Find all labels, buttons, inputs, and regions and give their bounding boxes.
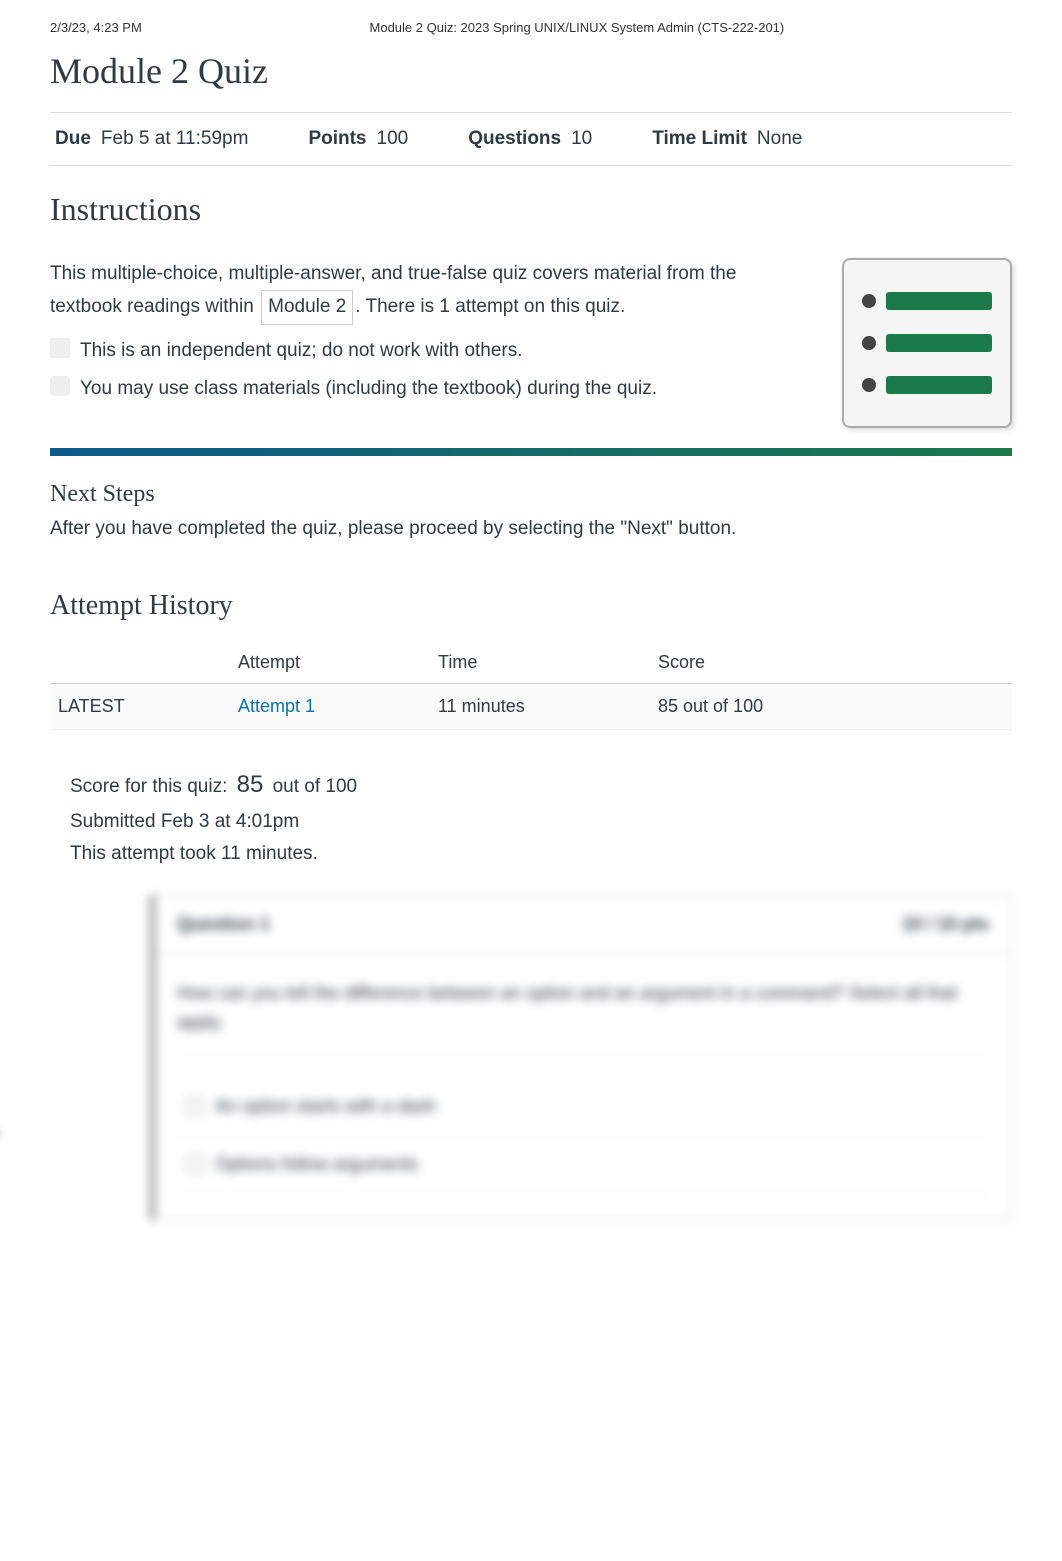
module-tag: Module 2 [261,290,353,324]
time-limit-value: None [757,128,802,150]
col-score: Score [650,642,1012,684]
question-points: 10 / 10 pts [902,914,989,935]
checkbox-icon [187,1156,203,1172]
page-header-title: Module 2 Quiz: 2023 Spring UNIX/LINUX Sy… [370,20,785,35]
points-value: 100 [377,128,409,150]
question-prompt: How can you tell the difference between … [177,979,989,1058]
submitted-time: Submitted Feb 3 at 4:01pm [70,806,992,838]
col-attempt: Attempt [230,642,430,684]
score-summary: Score for this quiz: 85 out of 100 Submi… [50,760,1012,875]
due-label: Due [55,128,91,150]
instructions-intro: This multiple-choice, multiple-answer, a… [50,258,812,325]
questions-label: Questions [468,128,561,150]
bullet-icon [50,338,70,358]
latest-badge: LATEST [50,684,230,730]
section-divider [50,448,1012,456]
bullet-text: This is an independent quiz; do not work… [80,335,523,367]
instructions-bullets: This is an independent quiz; do not work… [50,335,812,406]
answer-text: An option starts with a dash [215,1092,436,1121]
instructions-heading: Instructions [50,191,1012,228]
quiz-meta-bar: Due Feb 5 at 11:59pm Points 100 Question… [50,112,1012,166]
time-limit-label: Time Limit [652,128,747,150]
attempt-score: 85 out of 100 [650,684,1012,730]
next-steps-text: After you have completed the quiz, pleas… [50,518,1012,540]
answer-text: Options follow arguments [215,1150,418,1179]
question-card: Question 1 10 / 10 pts How can you tell … [150,895,1012,1219]
attempt-history-heading: Attempt History [50,590,1012,622]
answer-row: Options follow arguments [177,1136,989,1194]
points-label: Points [308,128,366,150]
attempt-time: 11 minutes [430,684,650,730]
table-row: LATEST Attempt 1 11 minutes 85 out of 10… [50,684,1012,730]
checkbox-icon [187,1098,203,1114]
print-timestamp: 2/3/23, 4:23 PM [50,20,142,35]
bullet-text: You may use class materials (including t… [80,373,657,405]
score-value: 85 [237,771,264,798]
attempt-history-table: Attempt Time Score LATEST Attempt 1 11 m… [50,642,1012,730]
attempt-link[interactable]: Attempt 1 [238,696,315,716]
quiz-title: Module 2 Quiz [50,50,1012,92]
col-time: Time [430,642,650,684]
attempt-duration: This attempt took 11 minutes. [70,838,992,870]
questions-value: 10 [571,128,592,150]
due-value: Feb 5 at 11:59pm [101,128,249,150]
next-steps-heading: Next Steps [50,481,1012,508]
answer-row: An option starts with a dash [177,1078,989,1136]
bullet-icon [50,376,70,396]
quiz-list-icon [842,258,1012,428]
question-label: Question 1 [177,914,270,935]
col-blank [50,642,230,684]
